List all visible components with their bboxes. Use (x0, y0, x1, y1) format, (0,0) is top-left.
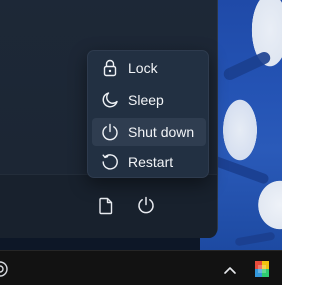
restart-label: Restart (128, 154, 174, 170)
desktop-screen: Lock Sleep Shut down Restart (0, 0, 282, 285)
taskbar (0, 250, 282, 285)
lock-icon (100, 58, 120, 78)
shut-down-label: Shut down (128, 124, 195, 140)
colorful-app-icon[interactable] (254, 261, 270, 277)
power-options-menu: Lock Sleep Shut down Restart (87, 50, 209, 178)
start-partial-icon[interactable] (0, 259, 10, 279)
power-icon (138, 196, 154, 214)
restart-menu-item[interactable]: Restart (92, 148, 206, 176)
restart-icon (100, 152, 120, 172)
moon-icon (100, 90, 120, 110)
lock-label: Lock (128, 60, 158, 76)
shut-down-menu-item[interactable]: Shut down (92, 118, 206, 146)
sleep-menu-item[interactable]: Sleep (92, 86, 206, 114)
power-button[interactable] (136, 195, 156, 215)
power-icon (100, 122, 120, 142)
sleep-label: Sleep (128, 92, 164, 108)
document-icon[interactable] (96, 196, 116, 216)
chevron-up-icon[interactable] (222, 262, 238, 278)
lock-menu-item[interactable]: Lock (92, 54, 206, 82)
